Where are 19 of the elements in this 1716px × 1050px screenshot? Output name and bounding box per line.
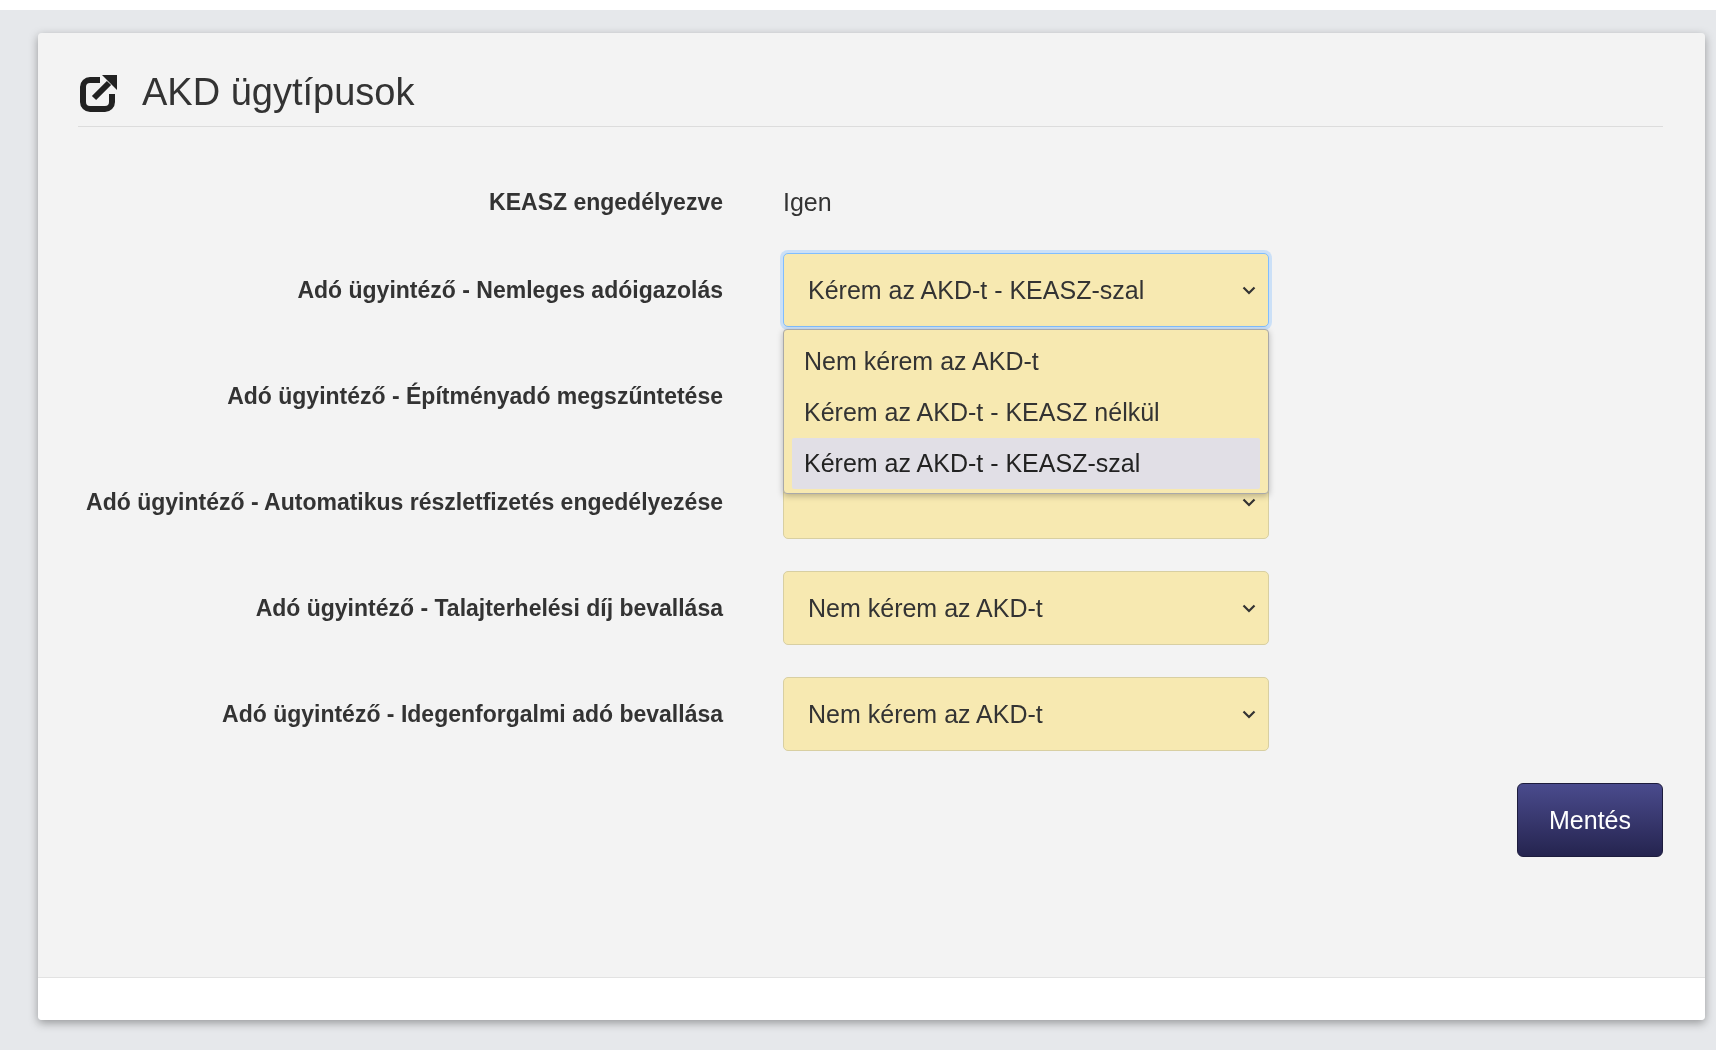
chevron-down-icon [1242,709,1256,719]
select-field[interactable]: Nem kérem az AKD-t [783,571,1269,645]
page-title: AKD ügytípusok [142,71,415,114]
field-label: Adó ügyintéző - Automatikus részletfizetés engedélyezése [86,488,723,517]
dropdown-option[interactable]: Kérem az AKD-t - KEASZ-szal [792,438,1260,489]
dropdown-option[interactable]: Nem kérem az AKD-t [792,336,1260,387]
field-label: Adó ügyintéző - Idegenforgalmi adó bevallása [222,700,723,729]
chevron-down-icon [1242,603,1256,613]
field-label: KEASZ engedélyezve [489,188,723,217]
select-field[interactable]: Nem kérem az AKD-t [783,677,1269,751]
chevron-down-icon [1242,497,1256,507]
dropdown-option[interactable]: Kérem az AKD-t - KEASZ nélkül [792,387,1260,438]
field-label: Adó ügyintéző - Nemleges adóigazolás [297,276,723,305]
save-button[interactable]: Mentés [1517,783,1663,857]
select-field[interactable]: Kérem az AKD-t - KEASZ-szal [783,253,1269,327]
chevron-down-icon [1242,285,1256,295]
field-value: Igen [783,187,833,218]
field-label: Adó ügyintéző - Talajterhelési díj bevallása [255,594,723,623]
field-label: Adó ügyintéző - Építményadó megszűntetése [227,381,723,411]
